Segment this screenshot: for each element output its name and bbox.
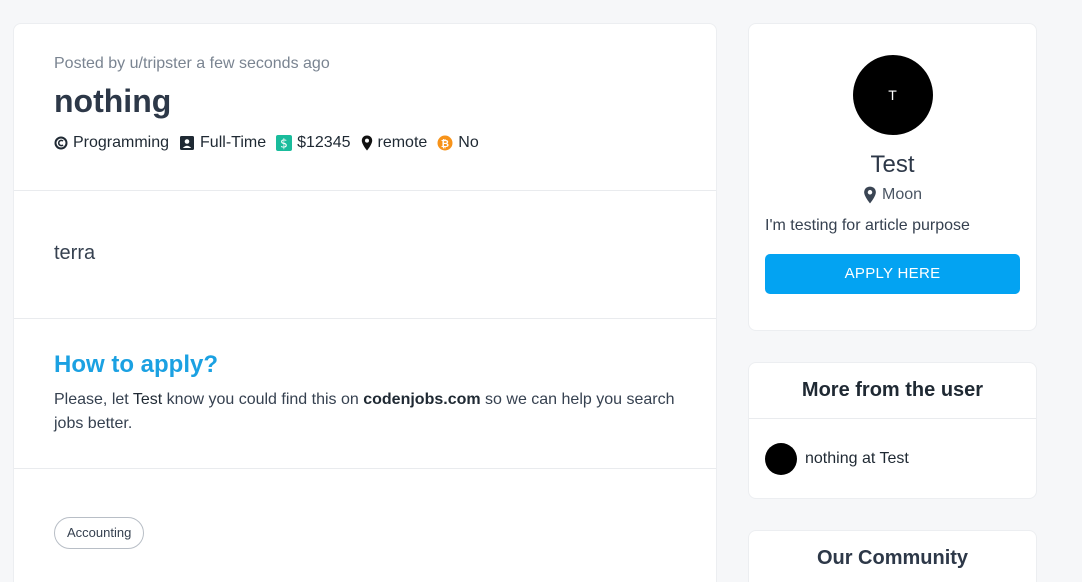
community-heading: Our Community: [816, 547, 969, 569]
avatar: T: [852, 55, 933, 135]
fact-type: Full-Time: [179, 134, 266, 152]
map-pin-icon: [361, 135, 372, 151]
fact-category: Programming: [54, 134, 169, 152]
fact-location: remote: [361, 134, 428, 152]
profile-name: Test: [870, 151, 915, 178]
post-title: nothing: [54, 83, 172, 119]
fact-crypto: ₿ No: [437, 134, 479, 152]
fact-type-label: Full-Time: [200, 134, 267, 151]
map-pin-icon: [864, 186, 876, 204]
svg-text:$: $: [280, 137, 288, 151]
company-name: Test: [132, 391, 163, 408]
how-to-apply-section: How to apply? Please, let Test know you …: [14, 319, 716, 469]
job-post-card: Posted by u/tripster a few seconds ago n…: [13, 23, 717, 582]
community-card: Our Community: [748, 530, 1037, 582]
fact-category-label: Programming: [73, 134, 170, 151]
fact-location-label: remote: [377, 134, 428, 151]
code-icon: [54, 136, 68, 150]
fact-crypto-label: No: [458, 134, 479, 151]
bitcoin-icon: ₿: [437, 135, 453, 151]
how-to-apply-text-middle: know you could find this on: [162, 391, 364, 408]
id-card-icon: [180, 136, 195, 150]
post-body-text: terra: [54, 242, 96, 264]
dollar-icon: $: [276, 135, 293, 151]
how-to-apply-text: Please, let Test know you could find thi…: [54, 388, 694, 436]
fact-salary-label: $12345: [297, 134, 351, 151]
post-header: Posted by u/tripster a few seconds ago n…: [14, 24, 716, 191]
more-from-user-card: More from the user nothing at Test: [748, 362, 1037, 499]
apply-button[interactable]: APPLY HERE: [765, 254, 1020, 294]
profile-location: Moon: [749, 186, 1036, 204]
more-from-user-heading: More from the user: [749, 363, 1036, 419]
list-item[interactable]: nothing at Test: [749, 419, 1036, 475]
tags-section: Accounting: [14, 469, 716, 549]
avatar-letter: T: [888, 87, 897, 103]
tag-accounting[interactable]: Accounting: [54, 517, 145, 549]
post-body: terra: [14, 191, 716, 319]
profile-card: T Test Moon I'm testing for article purp…: [748, 23, 1037, 331]
how-to-apply-text-before: Please, let: [54, 391, 133, 408]
site-name: codenjobs.com: [363, 391, 481, 408]
svg-text:₿: ₿: [441, 138, 449, 150]
post-meta: Posted by u/tripster a few seconds ago: [54, 55, 330, 72]
post-facts: Programming Full-Time $ $12345 remote ₿ …: [54, 132, 676, 154]
profile-bio: I'm testing for article purpose: [765, 217, 970, 234]
fact-salary: $ $12345: [276, 134, 351, 152]
list-item-label[interactable]: nothing at Test: [805, 450, 909, 468]
avatar: [765, 443, 797, 475]
how-to-apply-heading: How to apply?: [54, 351, 218, 378]
profile-location-label: Moon: [881, 186, 923, 203]
